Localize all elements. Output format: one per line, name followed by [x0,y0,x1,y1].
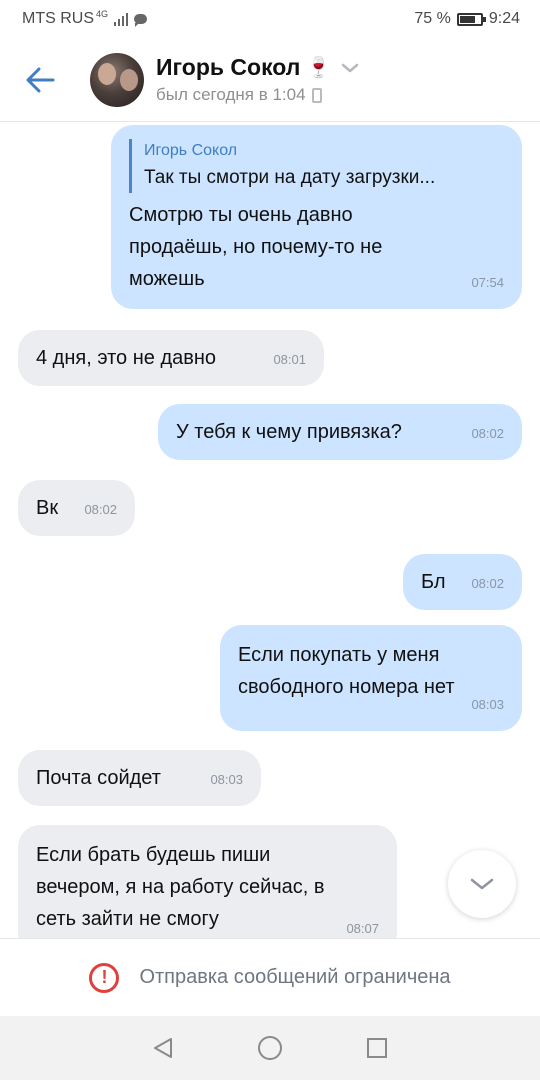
message-bubble-incoming[interactable]: 4 дня, это не давно 08:01 [18,330,324,386]
message-notification-icon [134,14,148,27]
nav-back-button[interactable] [143,1028,183,1068]
chevron-down-icon [470,878,494,890]
wine-glass-emoji: 🍷 [306,57,332,79]
battery-icon [456,12,486,26]
messaging-restricted-notice: ! Отправка сообщений ограничена [0,938,540,1016]
message-bubble-outgoing[interactable]: Игорь Сокол Так ты смотри на дату загруз… [111,125,522,309]
contact-name-row: Игорь Сокол 🍷 [156,54,359,81]
message-list[interactable]: Игорь Сокол Так ты смотри на дату загруз… [0,122,540,938]
nav-recents-button[interactable] [357,1028,397,1068]
message-time: 08:02 [471,426,504,441]
last-seen-row: был сегодня в 1:04 [156,85,359,105]
message-time: 08:02 [471,576,504,591]
back-button[interactable] [0,38,80,122]
notice-text: Отправка сообщений ограничена [139,966,451,988]
nav-home-button[interactable] [250,1028,290,1068]
message-text-line: Если покупать у меня [238,644,440,666]
mobile-phone-icon [311,87,322,103]
contact-avatar[interactable] [90,52,144,107]
message-text-line: 4 дня, это не давно [36,347,217,369]
message-bubble-incoming[interactable]: Если брать будешь пиши вечером, я на раб… [18,825,397,938]
message-text-line: сеть зайти не смогу [36,908,219,930]
contact-name: Игорь Сокол [156,54,301,80]
chevron-down-icon[interactable] [341,62,359,74]
battery-percent: 75 % [414,10,451,27]
message-text-line: продаёшь, но почему-то не [129,236,383,258]
message-text-line: свободного номера нет [238,676,455,698]
quote-author: Игорь Сокол [144,142,238,159]
circle-home-icon [257,1036,282,1060]
message-time: 08:01 [273,352,306,367]
message-time: 08:03 [471,697,504,712]
system-navigation-bar [0,1016,540,1080]
chat-header: Игорь Сокол 🍷 был сегодня в 1:04 [0,38,540,122]
message-bubble-incoming[interactable]: Почта сойдет 08:03 [18,750,261,806]
message-text-line: вечером, я на работу сейчас, в [36,876,325,898]
message-text-line: можешь [129,268,205,290]
message-text-line: Если брать будешь пиши [36,844,271,866]
quoted-message[interactable]: Игорь Сокол Так ты смотри на дату загруз… [129,139,504,193]
message-time: 07:54 [471,275,504,290]
status-right: 75 % 9:24 [414,10,520,28]
quote-text: Так ты смотри на дату загрузки... [144,167,436,188]
carrier-name: MTS RUS [22,10,94,27]
contact-info[interactable]: Игорь Сокол 🍷 был сегодня в 1:04 [156,54,359,105]
status-left: MTS RUS 4G [22,8,148,28]
message-text-line: Смотрю ты очень давно [129,204,353,226]
message-time: 08:02 [84,502,117,517]
last-seen-text: был сегодня в 1:04 [156,85,306,104]
message-time: 08:07 [346,921,379,936]
signal-icon [114,12,129,26]
square-recents-icon [366,1038,387,1058]
message-bubble-outgoing[interactable]: У тебя к чему привязка? 08:02 [158,404,522,460]
status-bar: MTS RUS 4G 75 % 9:24 [0,0,540,38]
scroll-to-bottom-button[interactable] [448,850,516,918]
exclamation-circle-icon: ! [89,962,120,993]
clock: 9:24 [488,10,520,27]
arrow-left-icon [26,67,55,92]
message-bubble-outgoing[interactable]: Бл 08:02 [403,554,522,610]
message-text-line: У тебя к чему привязка? [176,421,402,443]
network-type: 4G [96,8,109,19]
message-time: 08:03 [210,772,243,787]
message-bubble-outgoing[interactable]: Если покупать у меня свободного номера н… [220,625,522,731]
message-bubble-incoming[interactable]: Вк 08:02 [18,480,135,536]
triangle-back-icon [154,1038,173,1058]
